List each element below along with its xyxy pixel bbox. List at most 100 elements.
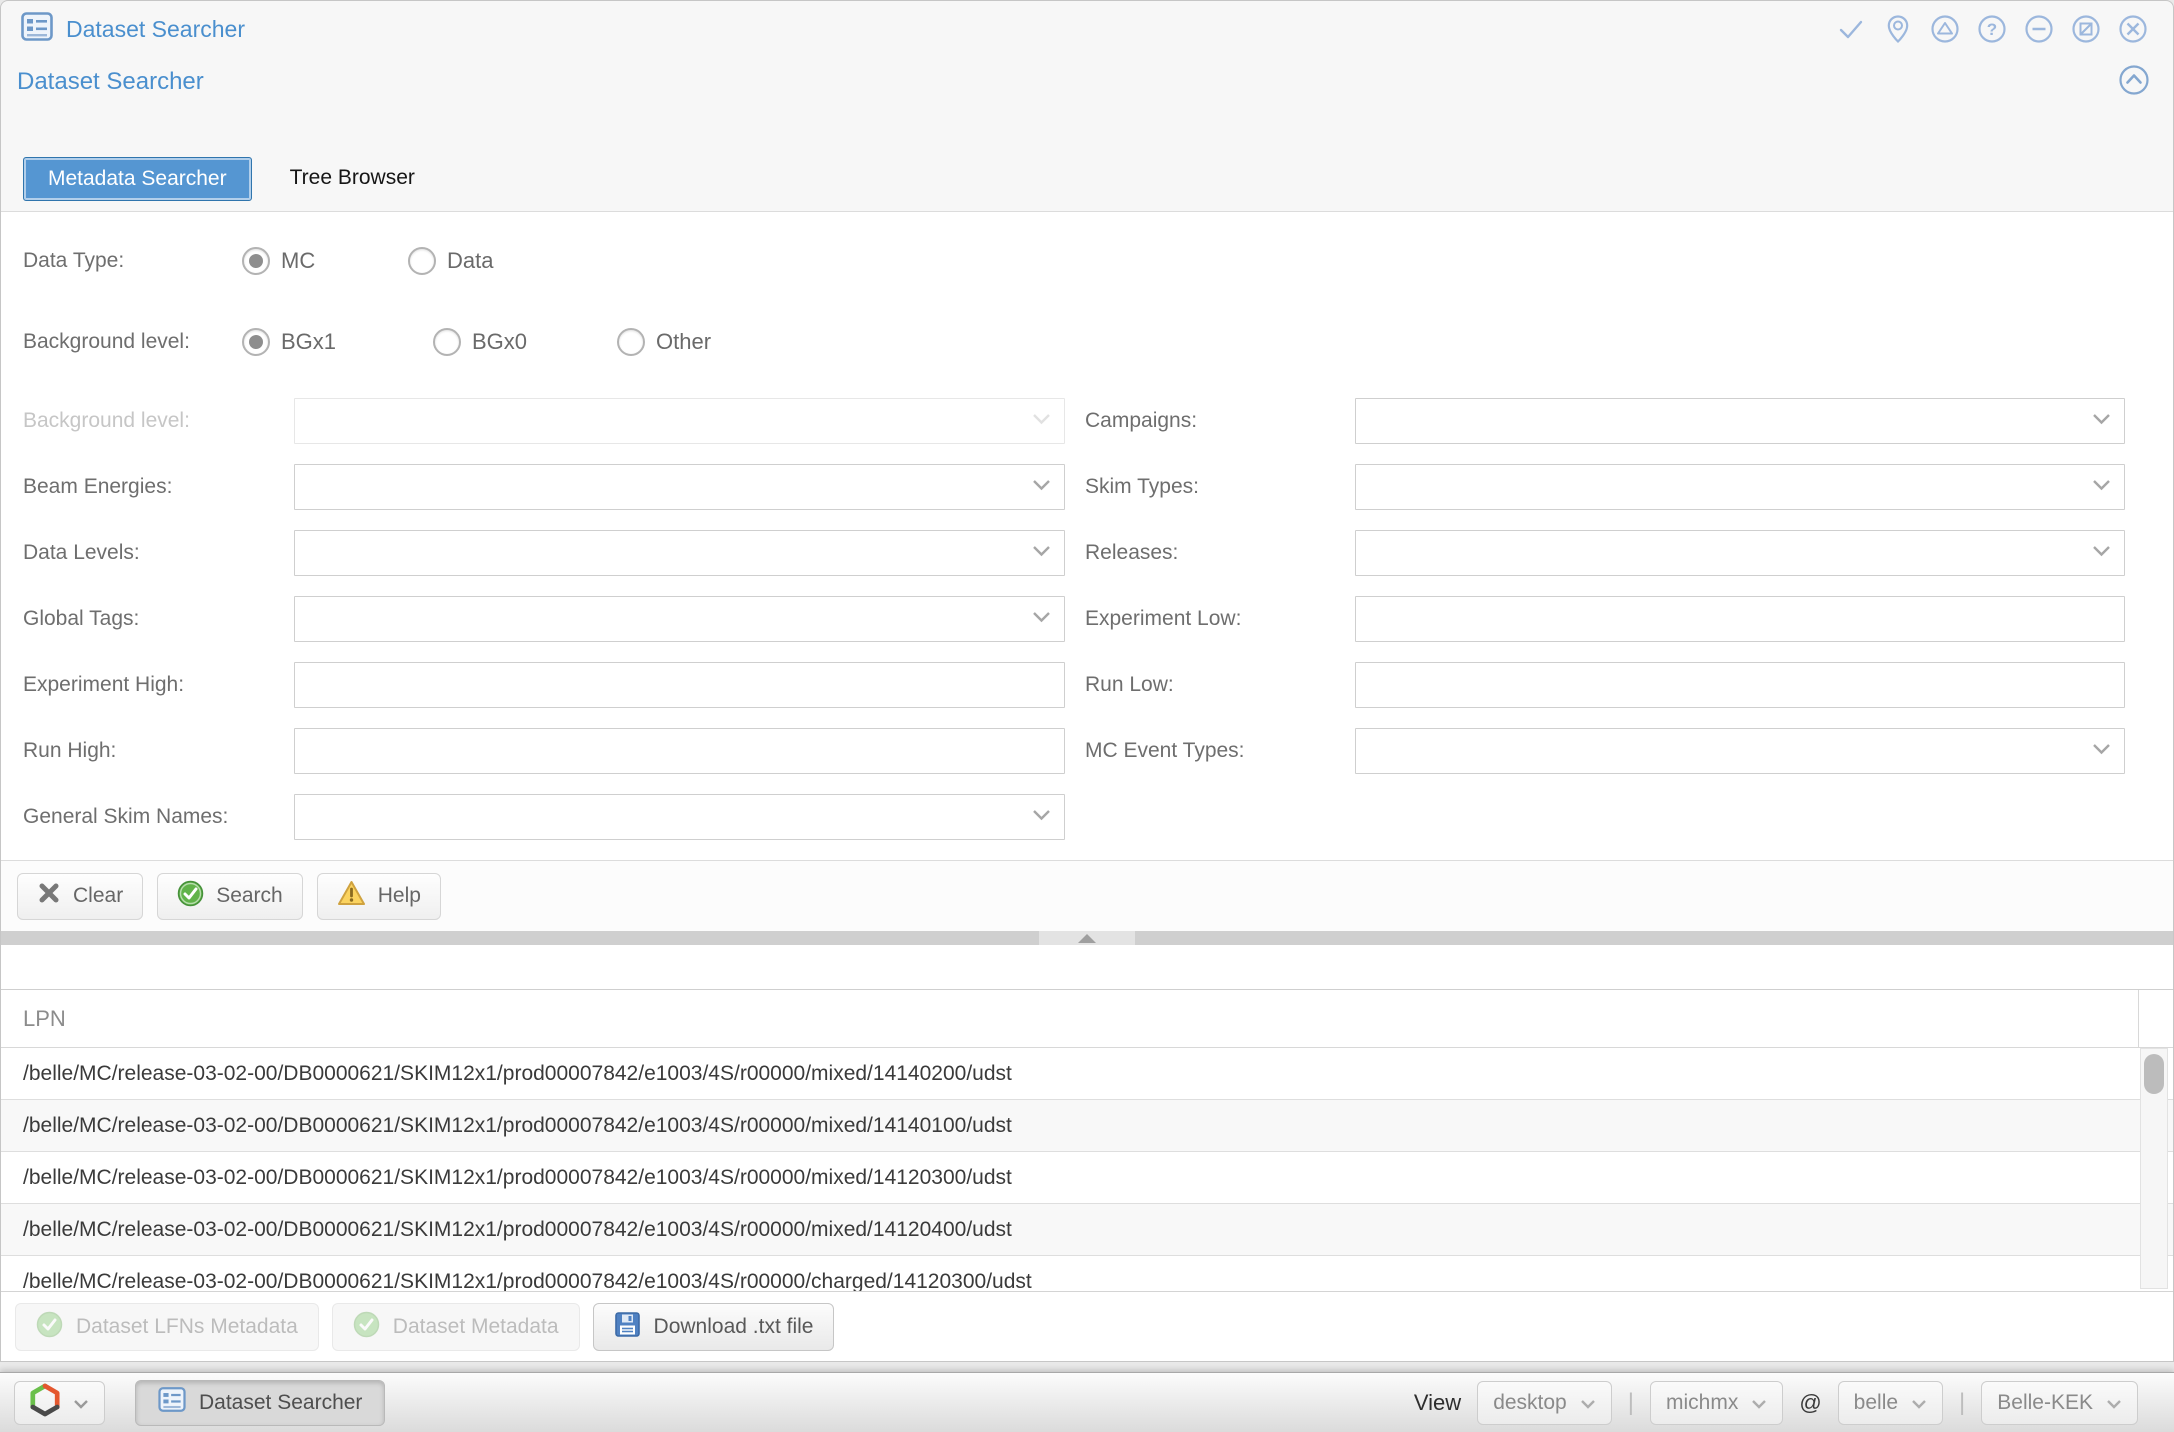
chevron-down-icon bbox=[2092, 478, 2111, 496]
background-level-row: Background level: BGx1 BGx0 Other bbox=[23, 298, 2125, 386]
data-type-row: Data Type: MC Data bbox=[23, 238, 2125, 284]
clear-button[interactable]: Clear bbox=[17, 873, 143, 920]
skim-types-combo[interactable] bbox=[1355, 464, 2125, 510]
radio-option-bgx0[interactable]: BGx0 bbox=[433, 328, 617, 356]
chevron-up-icon bbox=[1078, 934, 1096, 943]
global-tags-combo[interactable] bbox=[294, 596, 1065, 642]
chevron-down-icon bbox=[1751, 1391, 1767, 1415]
taskbar-separator: | bbox=[1959, 1389, 1965, 1417]
data-levels-label: Data Levels: bbox=[23, 541, 140, 565]
chevron-down-icon bbox=[1032, 478, 1051, 496]
column-header-label: LPN bbox=[23, 1006, 66, 1032]
search-button[interactable]: Search bbox=[157, 873, 303, 920]
run-high-label: Run High: bbox=[23, 739, 116, 763]
setup-dropdown[interactable]: Belle-KEK bbox=[1981, 1381, 2138, 1425]
radio-other-input[interactable] bbox=[617, 328, 645, 356]
dirac-menu-button[interactable] bbox=[14, 1381, 105, 1425]
setup-value: Belle-KEK bbox=[1997, 1391, 2093, 1415]
pin-icon[interactable] bbox=[1882, 13, 1914, 45]
radio-bgx0-label: BGx0 bbox=[472, 329, 527, 355]
up-circle-icon[interactable] bbox=[1929, 13, 1961, 45]
campaigns-label: Campaigns: bbox=[1085, 409, 1197, 433]
scrollbar-thumb[interactable] bbox=[2144, 1054, 2164, 1094]
window-titlebar: Dataset Searcher ? bbox=[1, 1, 2173, 57]
table-row[interactable]: /belle/MC/release-03-02-00/DB0000621/SKI… bbox=[1, 1048, 2173, 1100]
table-row[interactable]: /belle/MC/release-03-02-00/DB0000621/SKI… bbox=[1, 1100, 2173, 1152]
chevron-down-icon bbox=[1032, 610, 1051, 628]
run-high-field[interactable] bbox=[294, 728, 1065, 774]
taskbar: Dataset Searcher View desktop | michmx @… bbox=[0, 1372, 2174, 1432]
tab-bar: Metadata Searcher Tree Browser bbox=[1, 107, 2173, 211]
radio-option-data[interactable]: Data bbox=[408, 247, 574, 275]
results-viewport: /belle/MC/release-03-02-00/DB0000621/SKI… bbox=[1, 1048, 2173, 1291]
collapse-panel-icon[interactable] bbox=[2117, 63, 2151, 102]
radio-mc-label: MC bbox=[281, 248, 315, 274]
help-circle-icon[interactable]: ? bbox=[1976, 13, 2008, 45]
experiment-low-label: Experiment Low: bbox=[1085, 607, 1241, 631]
background-level-radio-label: Background level: bbox=[23, 328, 242, 355]
download-txt-button[interactable]: Download .txt file bbox=[593, 1303, 835, 1351]
releases-label: Releases: bbox=[1085, 541, 1178, 565]
table-row[interactable]: /belle/MC/release-03-02-00/DB0000621/SKI… bbox=[1, 1256, 2173, 1291]
action-toolbar: Clear Search Help bbox=[1, 861, 2173, 931]
chevron-down-icon bbox=[2092, 412, 2111, 430]
run-low-field[interactable] bbox=[1355, 662, 2125, 708]
chevron-down-icon bbox=[73, 1391, 89, 1415]
view-mode-dropdown[interactable]: desktop bbox=[1477, 1381, 1612, 1425]
download-txt-label: Download .txt file bbox=[654, 1315, 814, 1339]
radio-mc-input[interactable] bbox=[242, 247, 270, 275]
page-title: Dataset Searcher bbox=[17, 68, 2117, 96]
dataset-metadata-label: Dataset Metadata bbox=[393, 1315, 559, 1339]
close-circle-icon[interactable] bbox=[2117, 13, 2149, 45]
search-check-icon bbox=[177, 880, 204, 913]
view-mode-value: desktop bbox=[1493, 1391, 1567, 1415]
table-row[interactable]: /belle/MC/release-03-02-00/DB0000621/SKI… bbox=[1, 1152, 2173, 1204]
group-dropdown[interactable]: belle bbox=[1838, 1381, 1943, 1425]
general-skim-names-combo[interactable] bbox=[294, 794, 1065, 840]
tab-tree-browser[interactable]: Tree Browser bbox=[290, 157, 415, 201]
tab-metadata-searcher[interactable]: Metadata Searcher bbox=[23, 157, 252, 201]
experiment-low-field[interactable] bbox=[1355, 596, 2125, 642]
footer-toolbar: Dataset LFNs Metadata Dataset Metadata D… bbox=[1, 1291, 2173, 1362]
releases-combo[interactable] bbox=[1355, 530, 2125, 576]
user-dropdown[interactable]: michmx bbox=[1650, 1381, 1783, 1425]
chevron-down-icon bbox=[1032, 544, 1051, 562]
window-tools: ? bbox=[1835, 13, 2149, 45]
taskbar-dataset-searcher-button[interactable]: Dataset Searcher bbox=[135, 1380, 385, 1426]
help-button[interactable]: Help bbox=[317, 873, 441, 920]
radio-data-input[interactable] bbox=[408, 247, 436, 275]
minimize-circle-icon[interactable] bbox=[2023, 13, 2055, 45]
column-header-lpn[interactable]: LPN bbox=[1, 990, 2173, 1048]
clear-x-icon bbox=[37, 881, 61, 911]
results-grid: LPN /belle/MC/release-03-02-00/DB0000621… bbox=[1, 989, 2173, 1291]
chevron-down-icon bbox=[2106, 1391, 2122, 1415]
radio-option-bgx1[interactable]: BGx1 bbox=[242, 328, 433, 356]
campaigns-combo[interactable] bbox=[1355, 398, 2125, 444]
radio-bgx0-input[interactable] bbox=[433, 328, 461, 356]
mc-event-types-combo[interactable] bbox=[1355, 728, 2125, 774]
taskbar-app-label: Dataset Searcher bbox=[199, 1391, 362, 1415]
data-levels-combo[interactable] bbox=[294, 530, 1065, 576]
radio-bgx1-input[interactable] bbox=[242, 328, 270, 356]
table-row[interactable]: /belle/MC/release-03-02-00/DB0000621/SKI… bbox=[1, 1204, 2173, 1256]
app-window-icon bbox=[21, 12, 53, 46]
restore-circle-icon[interactable] bbox=[2070, 13, 2102, 45]
splitter-collapse-handle[interactable] bbox=[1039, 931, 1135, 945]
radio-option-mc[interactable]: MC bbox=[242, 247, 408, 275]
search-form: Data Type: MC Data Background level: BGx… bbox=[1, 211, 2173, 861]
beam-energies-label: Beam Energies: bbox=[23, 475, 172, 499]
floppy-disk-icon bbox=[614, 1311, 641, 1344]
background-level-combo bbox=[294, 398, 1065, 444]
experiment-high-field[interactable] bbox=[294, 662, 1065, 708]
check-icon[interactable] bbox=[1835, 13, 1867, 45]
vertical-scrollbar[interactable] bbox=[2140, 1048, 2168, 1289]
dataset-searcher-window: Dataset Searcher ? bbox=[0, 0, 2174, 1362]
radio-option-other[interactable]: Other bbox=[617, 328, 711, 356]
search-button-label: Search bbox=[216, 884, 283, 908]
help-button-label: Help bbox=[378, 884, 421, 908]
beam-energies-combo[interactable] bbox=[294, 464, 1065, 510]
dirac-logo-icon bbox=[30, 1383, 60, 1423]
panel-splitter[interactable] bbox=[1, 931, 2173, 945]
taskbar-right-group: View desktop | michmx @ belle | Belle-KE… bbox=[1414, 1381, 2138, 1425]
taskbar-separator: | bbox=[1628, 1389, 1634, 1417]
